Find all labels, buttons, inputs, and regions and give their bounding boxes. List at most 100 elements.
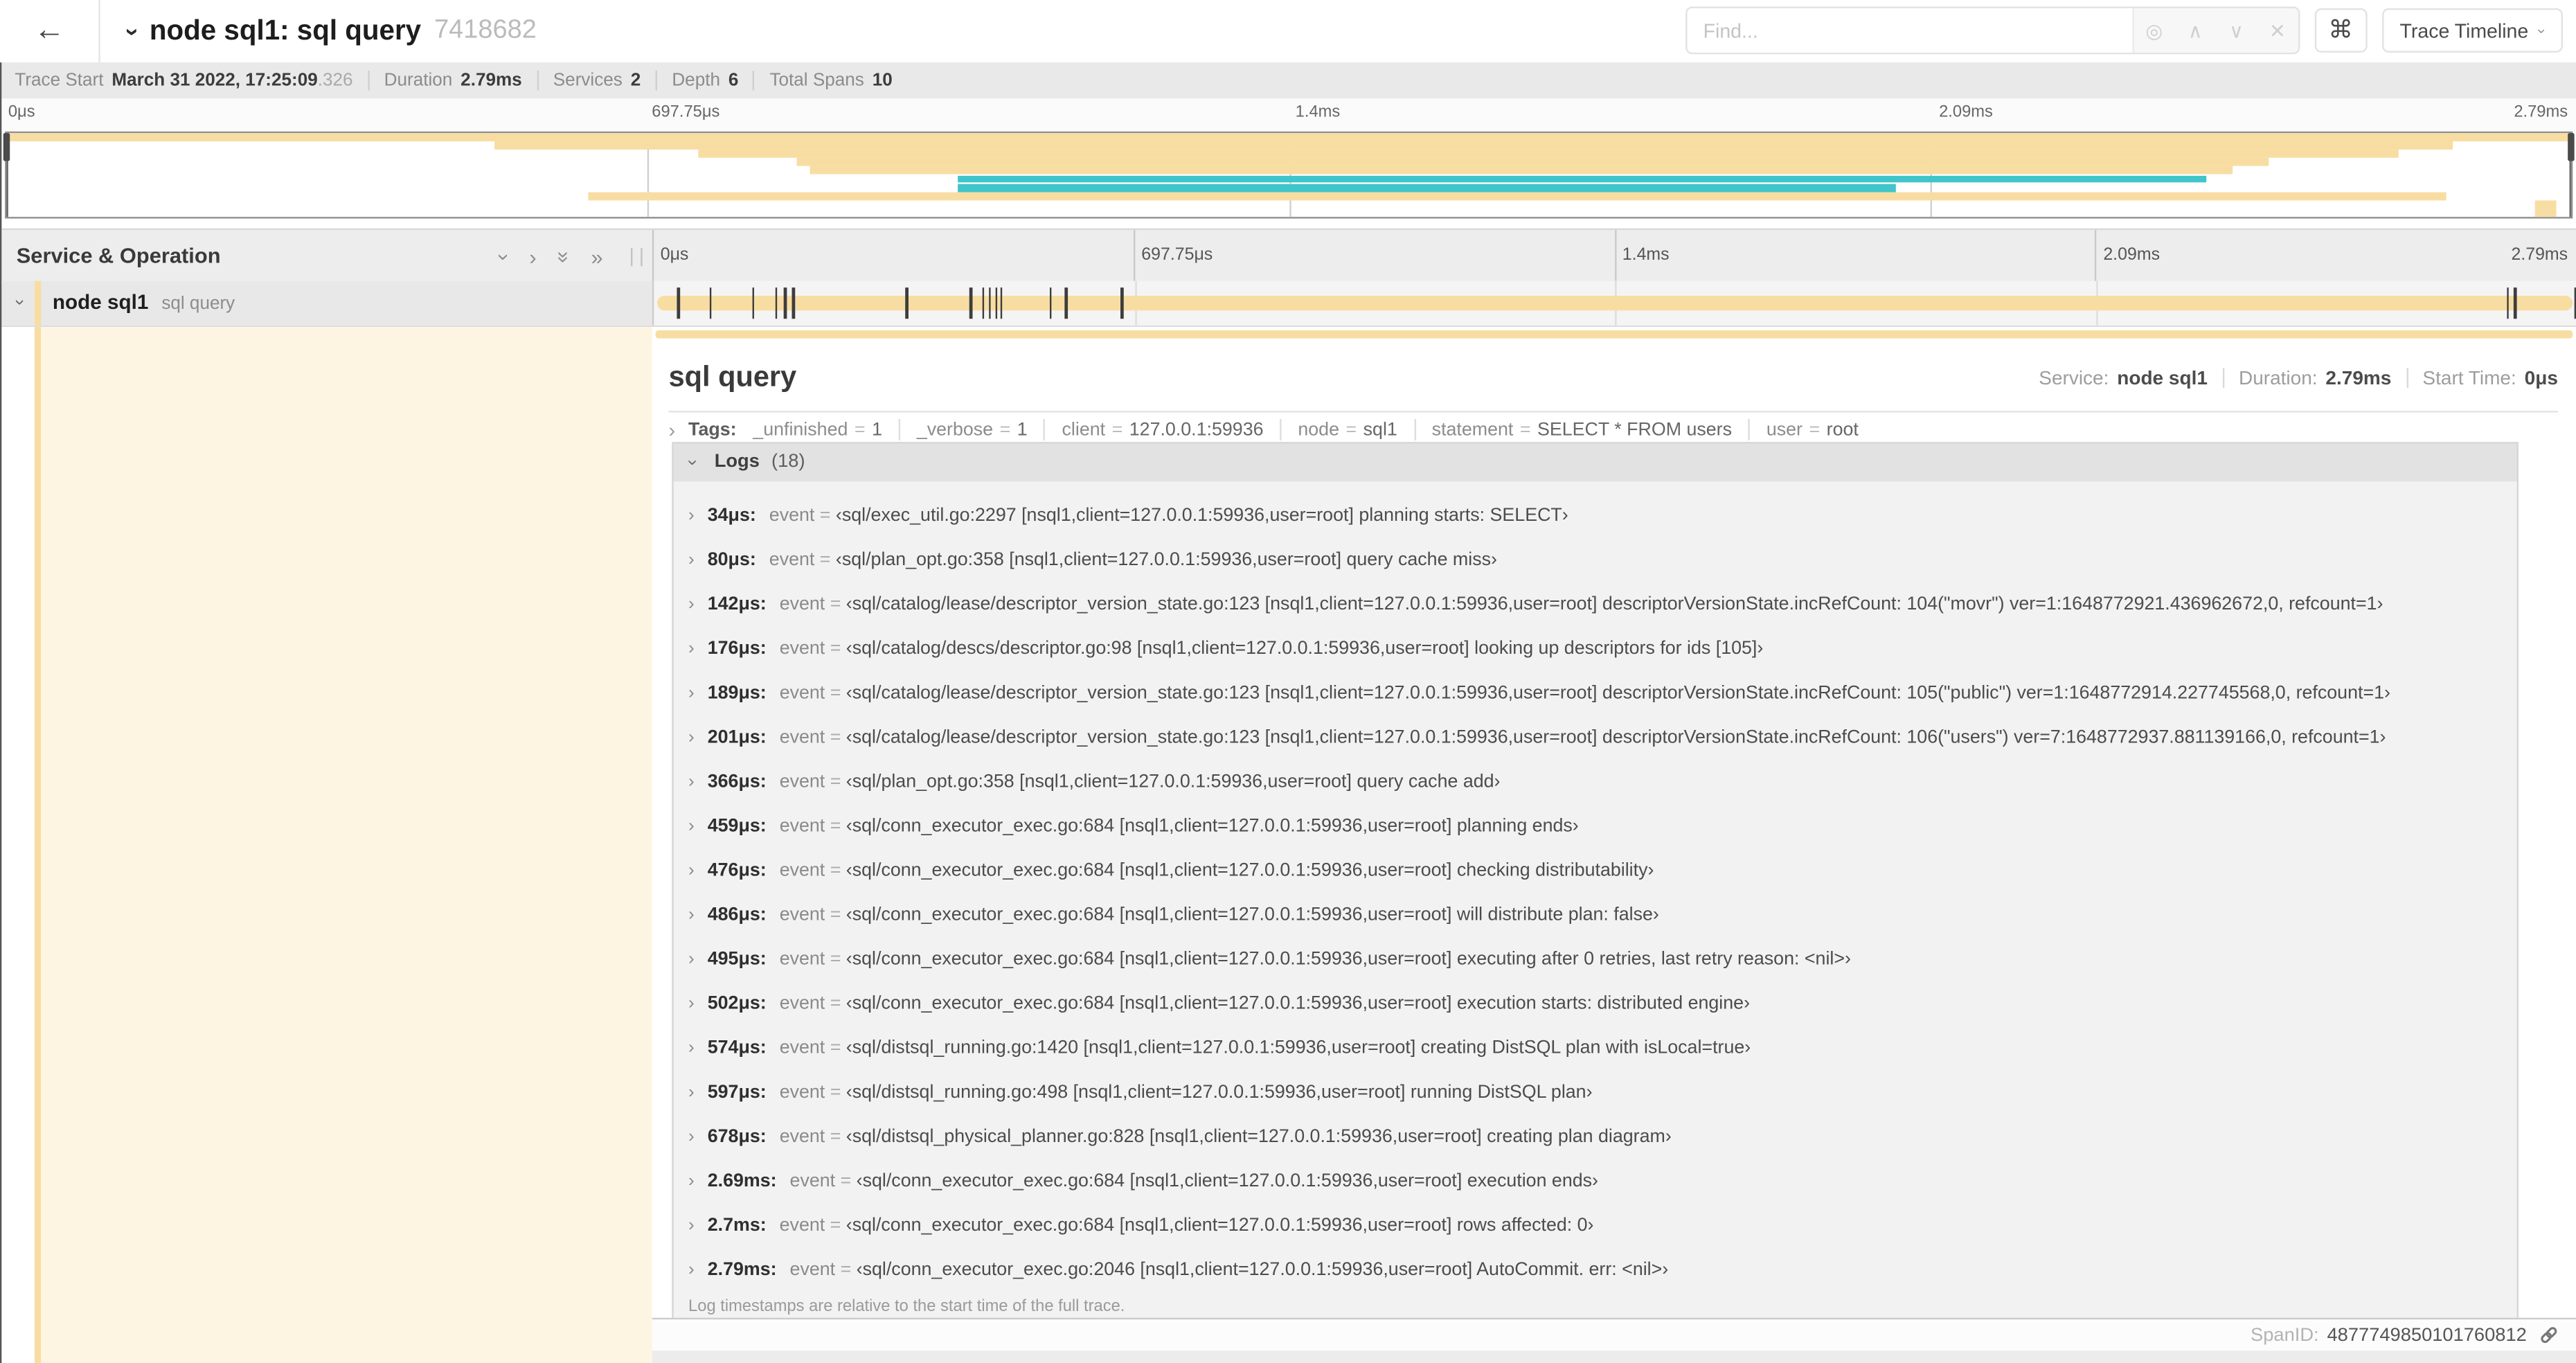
- prev-match-icon[interactable]: ∧: [2175, 19, 2216, 42]
- summary-separator: [367, 71, 370, 91]
- expand-one-icon[interactable]: ›: [529, 244, 536, 269]
- column-resize-grip[interactable]: [631, 248, 643, 267]
- log-field-key: event: [769, 506, 815, 526]
- meta-value: 0μs: [2524, 366, 2558, 390]
- log-timestamp: 34μs:: [707, 506, 756, 526]
- log-row[interactable]: › 459μs: event = ‹sql/conn_executor_exec.g…: [674, 805, 2517, 850]
- log-row[interactable]: › 2.79ms: event = ‹sql/conn_executor_exec.…: [674, 1249, 2517, 1293]
- span-operation-name: sql query: [161, 294, 235, 314]
- keyboard-shortcuts-button[interactable]: ⌘: [2314, 8, 2368, 53]
- log-row[interactable]: › 176μs: event = ‹sql/catalog/descs/descri…: [674, 627, 2517, 672]
- chevron-right-icon: ›: [688, 1215, 695, 1236]
- chevron-right-icon: ›: [688, 639, 695, 659]
- service-operation-header: Service & Operation › › » »: [1, 230, 652, 283]
- minimap-span-bar: [2535, 199, 2556, 208]
- trace-title-area[interactable]: › node sql1: sql query 7418682: [118, 0, 537, 62]
- log-row[interactable]: › 142μs: event = ‹sql/catalog/lease/descri…: [674, 583, 2517, 627]
- meta-label: Service:: [2039, 366, 2109, 390]
- log-timestamp: 459μs:: [707, 817, 767, 837]
- summary-separator: [655, 71, 657, 91]
- span-id-value: 4877749850101760812: [2327, 1325, 2527, 1345]
- next-match-icon[interactable]: ∨: [2216, 19, 2257, 42]
- chevron-right-icon: ›: [688, 506, 695, 526]
- clear-search-icon[interactable]: ✕: [2257, 19, 2298, 42]
- log-marker: [981, 287, 985, 319]
- find-input[interactable]: [1686, 8, 2132, 53]
- log-field-value: ‹sql/plan_opt.go:358 [nsql1,client=127.0…: [835, 550, 1497, 571]
- log-row[interactable]: › 486μs: event = ‹sql/conn_executor_exec.g…: [674, 894, 2517, 938]
- tag-separator: [1044, 418, 1046, 440]
- log-row[interactable]: › 574μs: event = ‹sql/distsql_running.go:1…: [674, 1027, 2517, 1071]
- tag-value: SELECT * FROM users: [1537, 420, 1733, 440]
- minimap-canvas[interactable]: [3, 131, 2575, 219]
- log-timestamp: 495μs:: [707, 950, 767, 970]
- log-row[interactable]: › 2.69ms: event = ‹sql/conn_executor_exec.…: [674, 1160, 2517, 1204]
- log-equals: =: [825, 1083, 846, 1103]
- tag-item: user = root: [1766, 420, 1859, 439]
- chevron-right-icon: ›: [688, 550, 695, 571]
- bottom-strip: [652, 1351, 2576, 1363]
- log-row[interactable]: › 678μs: event = ‹sql/distsql_physical_pla…: [674, 1116, 2517, 1160]
- expand-all-icon[interactable]: »: [591, 244, 603, 269]
- minimap-span-bar: [2535, 208, 2556, 217]
- log-field-key: event: [779, 1215, 825, 1236]
- header-controls: ◎∧∨✕ ⌘ Trace Timeline ›: [1685, 6, 2564, 55]
- span-duration-bar[interactable]: [657, 296, 2573, 311]
- log-timestamp: 597μs:: [707, 1083, 767, 1103]
- trace-main: Trace Start March 31 2022, 17:25:09.326 Du…: [0, 62, 2576, 1363]
- log-marker: [1120, 287, 1124, 319]
- log-marker: [792, 287, 795, 319]
- tag-value: root: [1826, 420, 1859, 440]
- minimap-axis-tick: 2.09ms: [1939, 103, 1993, 122]
- log-equals: =: [825, 727, 846, 748]
- log-marker: [708, 287, 712, 319]
- trace-summary-bar: Trace Start March 31 2022, 17:25:09.326 Du…: [1, 62, 2576, 99]
- log-row[interactable]: › 201μs: event = ‹sql/catalog/lease/descri…: [674, 716, 2517, 760]
- minimap-axis-labels: 0μs 697.75μs 1.4ms 2.09ms 2.79ms: [1, 98, 2576, 132]
- logs-header[interactable]: › Logs (18): [673, 443, 2517, 482]
- log-field-value: ‹sql/exec_util.go:2297 [nsql1,client=127…: [835, 506, 1568, 526]
- tag-separator: [1748, 418, 1751, 440]
- span-name-cell[interactable]: › node sql1 sql query: [1, 280, 652, 326]
- tags-accordion[interactable]: › Tags: _unfinished = 1 _verbose = 1 client = 12…: [669, 416, 2558, 443]
- summary-label: Total Spans: [769, 71, 864, 91]
- collapse-one-icon[interactable]: ›: [492, 253, 517, 260]
- log-equals: =: [825, 772, 846, 792]
- log-row[interactable]: › 34μs: event = ‹sql/exec_util.go:2297 [ns…: [674, 495, 2517, 539]
- log-timestamp: 80μs:: [707, 550, 756, 571]
- span-collapse-icon[interactable]: ›: [10, 299, 29, 305]
- summary-value: March 31 2022, 17:25:09: [111, 71, 318, 91]
- span-id-label: SpanID:: [2251, 1325, 2319, 1345]
- log-field-key: event: [779, 817, 825, 837]
- left-scrubber-handle[interactable]: [3, 133, 10, 161]
- view-selector-button[interactable]: Trace Timeline ›: [2381, 8, 2564, 53]
- span-row[interactable]: › node sql1 sql query: [1, 280, 2576, 328]
- link-icon[interactable]: [2538, 1324, 2559, 1346]
- right-scrubber-handle[interactable]: [2568, 133, 2575, 161]
- log-row[interactable]: › 80μs: event = ‹sql/plan_opt.go:358 [nsql…: [674, 539, 2517, 583]
- trace-id: 7418682: [434, 16, 537, 45]
- log-timestamp: 2.79ms:: [707, 1260, 777, 1281]
- log-row[interactable]: › 502μs: event = ‹sql/conn_executor_exec.g…: [674, 983, 2517, 1027]
- summary-item: Total Spans 10: [769, 71, 892, 90]
- log-row[interactable]: › 495μs: event = ‹sql/conn_executor_exec.g…: [674, 938, 2517, 983]
- collapse-trace-icon[interactable]: ›: [118, 27, 146, 35]
- log-equals: =: [825, 905, 846, 925]
- log-field-value: ‹sql/plan_opt.go:358 [nsql1,client=127.0…: [846, 772, 1501, 792]
- log-row[interactable]: › 476μs: event = ‹sql/conn_executor_exec.g…: [674, 850, 2517, 894]
- log-field-key: event: [779, 594, 825, 615]
- span-id-bar: SpanID: 4877749850101760812: [652, 1317, 2576, 1351]
- log-row[interactable]: › 597μs: event = ‹sql/distsql_running.go:4…: [674, 1071, 2517, 1116]
- log-field-value: ‹sql/conn_executor_exec.go:684 [nsql1,cl…: [846, 861, 1654, 881]
- log-row[interactable]: › 366μs: event = ‹sql/plan_opt.go:358 [nsq…: [674, 760, 2517, 805]
- scroll-to-match-icon[interactable]: ◎: [2134, 19, 2174, 42]
- tag-equals: =: [1519, 420, 1531, 440]
- log-row[interactable]: › 189μs: event = ‹sql/catalog/lease/descri…: [674, 672, 2517, 716]
- log-field-key: event: [779, 639, 825, 659]
- back-button[interactable]: ←: [0, 0, 100, 63]
- span-bar-cell[interactable]: [652, 280, 2576, 326]
- log-row[interactable]: › 2.7ms: event = ‹sql/conn_executor_exec.g…: [674, 1204, 2517, 1249]
- collapse-all-icon[interactable]: »: [551, 251, 576, 262]
- chevron-right-icon: ›: [688, 1038, 695, 1058]
- log-field-key: event: [779, 861, 825, 881]
